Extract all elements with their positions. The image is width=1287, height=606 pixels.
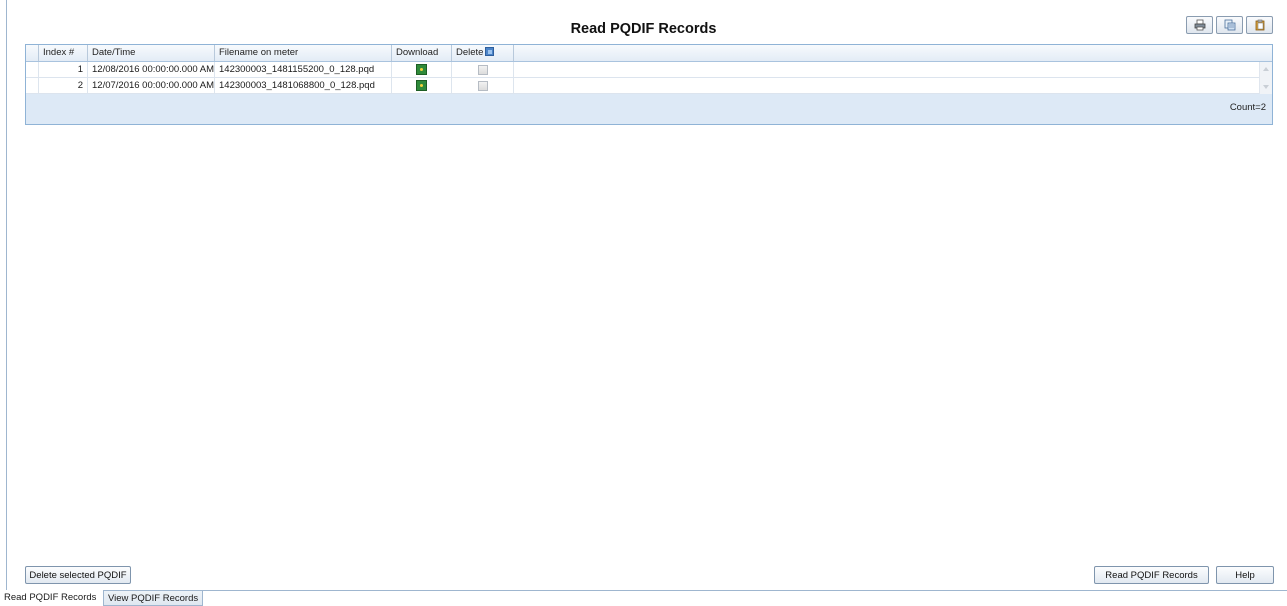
column-header-datetime[interactable]: Date/Time xyxy=(88,45,215,61)
cell-filename: 142300003_1481155200_0_128.pqd xyxy=(215,62,392,77)
delete-checkbox[interactable] xyxy=(477,80,488,91)
table-row[interactable]: 2 12/07/2016 00:00:00.000 AM 142300003_1… xyxy=(26,78,1272,94)
pqdif-records-grid: Index # Date/Time Filename on meter Down… xyxy=(25,44,1273,125)
table-row[interactable]: 1 12/08/2016 00:00:00.000 AM 142300003_1… xyxy=(26,62,1272,78)
column-header-index[interactable]: Index # xyxy=(39,45,88,61)
download-icon[interactable] xyxy=(416,64,427,75)
print-button[interactable] xyxy=(1186,16,1213,34)
delete-checkbox[interactable] xyxy=(477,64,488,75)
left-border xyxy=(6,0,7,605)
row-selector[interactable] xyxy=(26,62,39,77)
cell-delete xyxy=(452,78,514,93)
cell-index: 1 xyxy=(39,62,88,77)
export-button[interactable] xyxy=(1216,16,1243,34)
vertical-scrollbar[interactable] xyxy=(1259,62,1272,94)
tab-read-pqdif-records[interactable]: Read PQDIF Records xyxy=(0,590,104,606)
record-count: Count=2 xyxy=(1229,102,1266,113)
help-button[interactable]: Help xyxy=(1216,566,1274,584)
tab-view-pqdif-records[interactable]: View PQDIF Records xyxy=(104,590,203,606)
delete-selected-button[interactable]: Delete selected PQDIF xyxy=(25,566,131,584)
print-icon xyxy=(1194,19,1205,31)
cell-filename: 142300003_1481068800_0_128.pqd xyxy=(215,78,392,93)
column-header-filename[interactable]: Filename on meter xyxy=(215,45,392,61)
row-selector-header xyxy=(26,45,39,61)
download-icon[interactable] xyxy=(416,80,427,91)
scroll-up-icon[interactable] xyxy=(1263,67,1269,71)
clipboard-icon xyxy=(1255,19,1264,31)
cell-datetime: 12/08/2016 00:00:00.000 AM xyxy=(88,62,215,77)
cell-download xyxy=(392,78,452,93)
row-selector[interactable] xyxy=(26,78,39,93)
tab-bar: Read PQDIF Records View PQDIF Records xyxy=(0,590,1287,606)
cell-index: 2 xyxy=(39,78,88,93)
toolbar xyxy=(1186,16,1273,34)
cell-download xyxy=(392,62,452,77)
column-header-delete-label: Delete xyxy=(456,47,484,58)
page-title: Read PQDIF Records xyxy=(570,21,717,37)
grid-header: Index # Date/Time Filename on meter Down… xyxy=(26,45,1272,62)
column-header-download[interactable]: Download xyxy=(392,45,452,61)
read-records-button[interactable]: Read PQDIF Records xyxy=(1094,566,1209,584)
select-all-delete-checkbox[interactable] xyxy=(485,47,495,56)
scroll-down-icon[interactable] xyxy=(1263,85,1269,89)
clipboard-button[interactable] xyxy=(1246,16,1273,34)
grid-body: 1 12/08/2016 00:00:00.000 AM 142300003_1… xyxy=(26,62,1272,94)
cell-datetime: 12/07/2016 00:00:00.000 AM xyxy=(88,78,215,93)
export-icon xyxy=(1224,19,1235,31)
cell-delete xyxy=(452,62,514,77)
column-header-delete[interactable]: Delete xyxy=(452,45,514,61)
